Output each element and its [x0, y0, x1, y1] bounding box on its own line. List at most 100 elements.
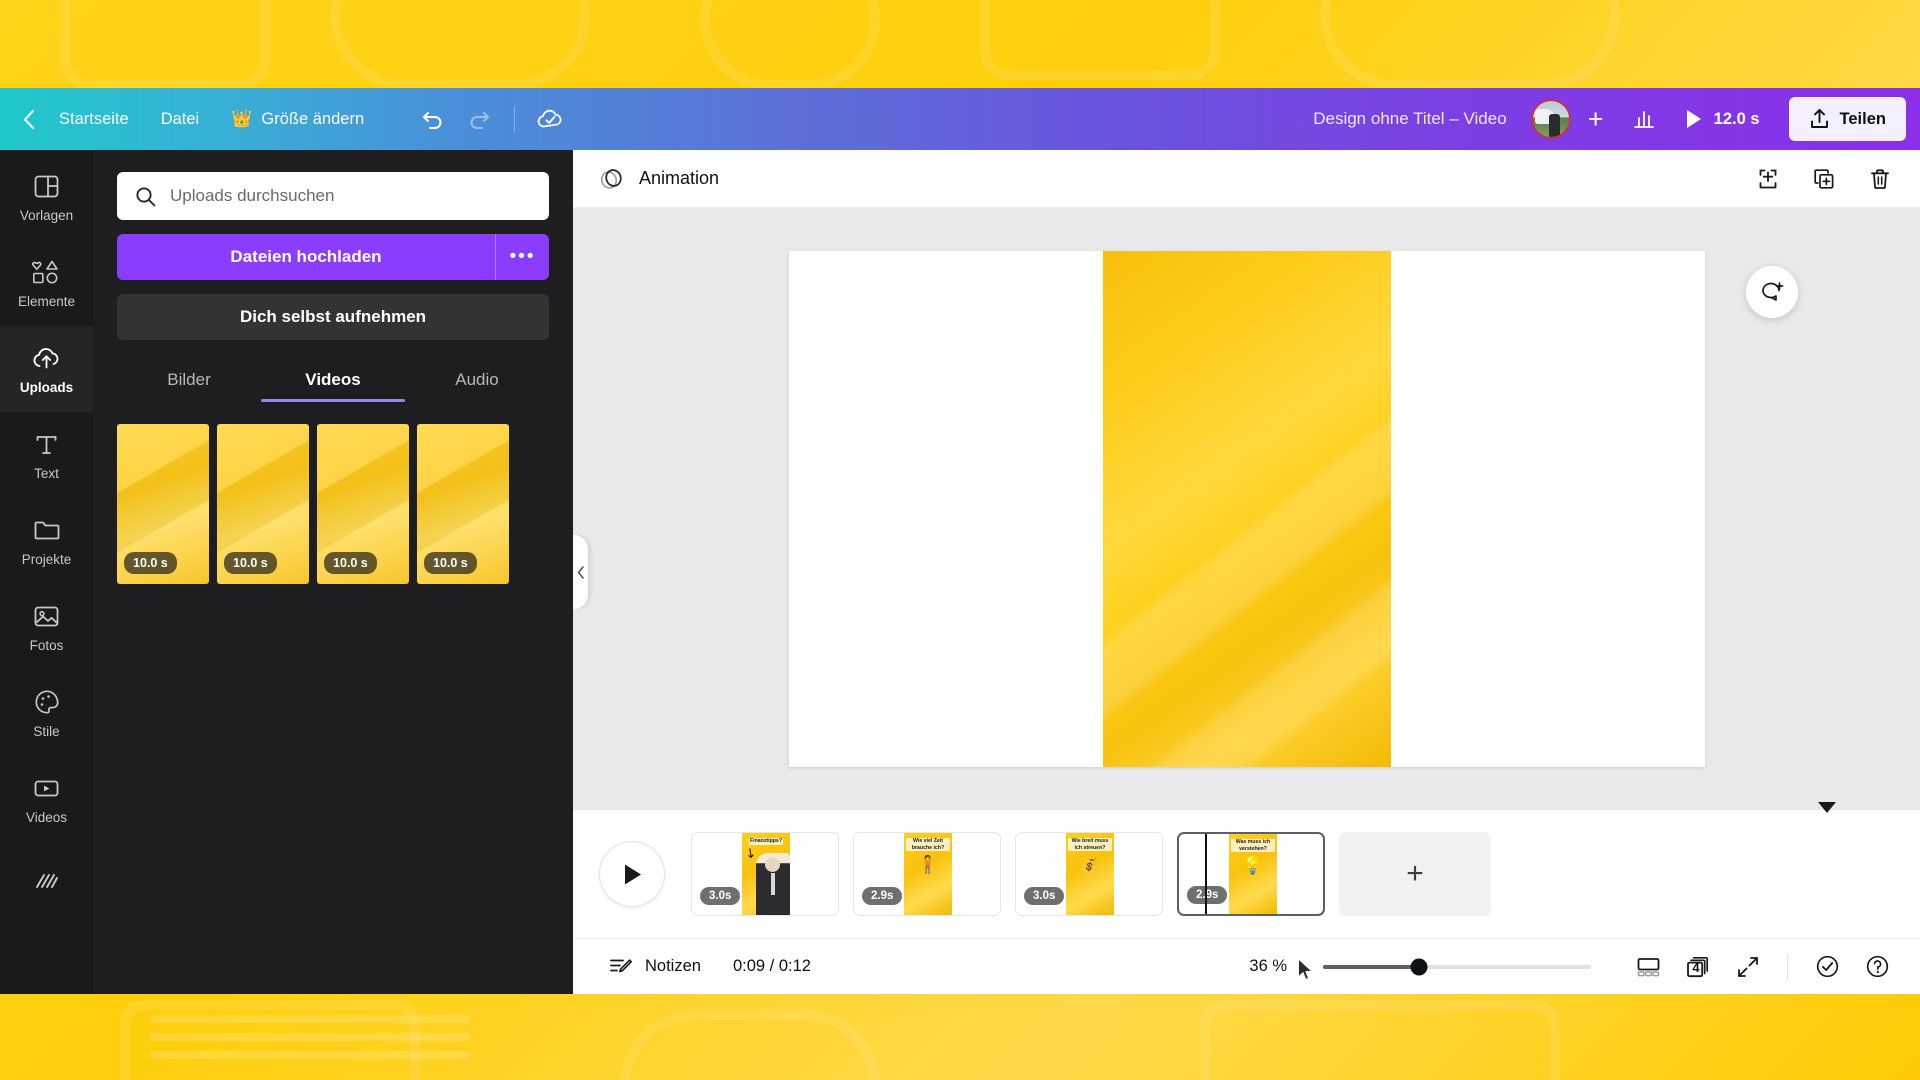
sidebar-item-stile[interactable]: Stile: [0, 670, 93, 756]
document-title[interactable]: Design ohne Titel – Video: [1299, 99, 1520, 139]
timeline-play-button[interactable]: [599, 841, 665, 907]
sidebar-item-projekte[interactable]: Projekte: [0, 498, 93, 584]
scene-thumbnail: Finanztipps? ↘: [742, 833, 790, 915]
add-page-button[interactable]: [1748, 159, 1788, 199]
undo-button[interactable]: [412, 98, 454, 140]
resize-button[interactable]: 👑 Größe ändern: [217, 99, 378, 139]
zoom-slider-handle[interactable]: [1410, 958, 1428, 975]
scene-caption: Was muss ich verstehen?: [1231, 839, 1275, 852]
help-circle-icon: [1865, 954, 1890, 979]
collapse-panel-button[interactable]: [573, 535, 588, 609]
tab-bilder[interactable]: Bilder: [117, 370, 261, 402]
editor-top-bar: Startseite Datei 👑 Größe ändern Design o…: [0, 88, 1920, 150]
redo-button[interactable]: [458, 98, 500, 140]
animation-tool-button[interactable]: Animation: [599, 166, 719, 192]
page-manager-button[interactable]: 4: [1677, 946, 1719, 988]
browser-page: Startseite Datei 👑 Größe ändern Design o…: [0, 0, 1920, 1080]
cloud-check-icon: [536, 107, 564, 131]
scene-duration-badge: 3.0s: [1024, 887, 1065, 905]
background-icon: [33, 867, 60, 897]
time-indicator: 0:09 / 0:12: [732, 957, 811, 975]
duplicate-page-button[interactable]: [1804, 159, 1844, 199]
sidebar-item-label: Vorlagen: [19, 208, 74, 223]
sidebar-item-vorlagen[interactable]: Vorlagen: [0, 154, 93, 240]
fullscreen-button[interactable]: [1727, 946, 1769, 988]
duration-badge: 10.0 s: [424, 552, 477, 574]
duplicate-page-icon: [1812, 167, 1836, 191]
cloud-saved-button[interactable]: [529, 98, 571, 140]
video-thumbnail[interactable]: 10.0 s: [217, 424, 309, 584]
uploads-panel: Dateien hochladen ••• Dich selbst aufneh…: [93, 150, 588, 994]
search-icon: [135, 186, 156, 207]
upload-share-icon: [1809, 108, 1830, 130]
sidebar-item-text[interactable]: Text: [0, 412, 93, 498]
search-box[interactable]: [117, 172, 549, 220]
duration-badge: 10.0 s: [324, 552, 377, 574]
scene-art-icon: 💡: [1242, 856, 1264, 875]
file-menu-button[interactable]: Datei: [147, 99, 214, 139]
tool-header: Animation: [573, 150, 1920, 208]
sidebar-item-elemente[interactable]: Elemente: [0, 240, 93, 326]
back-button[interactable]: [14, 99, 41, 139]
avatar[interactable]: [1530, 99, 1571, 139]
page-video-element[interactable]: [1102, 251, 1391, 767]
delete-page-button[interactable]: [1860, 159, 1900, 199]
scene-thumbnail: Was muss ich verstehen? 💡: [1229, 834, 1277, 914]
timeline-scene-selected[interactable]: Was muss ich verstehen? 💡 2.9s: [1177, 832, 1325, 916]
uploads-tabs: Bilder Videos Audio: [117, 370, 549, 402]
record-yourself-button[interactable]: Dich selbst aufnehmen: [117, 294, 549, 340]
templates-icon: [33, 171, 60, 201]
insights-button[interactable]: [1623, 98, 1665, 140]
share-button[interactable]: Teilen: [1788, 97, 1906, 141]
status-divider: [1787, 953, 1788, 980]
video-thumbnail[interactable]: 10.0 s: [317, 424, 409, 584]
canvas-area[interactable]: [573, 208, 1920, 981]
add-page-timeline-button[interactable]: +: [1339, 832, 1491, 916]
background-decoration: [620, 1010, 880, 1080]
timeline-view-icon: [1636, 956, 1661, 978]
play-icon: [1685, 109, 1703, 129]
animation-icon: [599, 166, 625, 192]
playhead-marker[interactable]: [1818, 802, 1836, 813]
help-button[interactable]: [1856, 946, 1898, 988]
sidebar-item-uploads[interactable]: Uploads: [0, 326, 93, 412]
home-button[interactable]: Startseite: [45, 99, 143, 139]
person-illustration: [756, 853, 790, 915]
background-decoration: [60, 0, 270, 90]
video-thumbnail[interactable]: 10.0 s: [117, 424, 209, 584]
timeline-view-button[interactable]: [1627, 946, 1669, 988]
timeline-scene[interactable]: Finanztipps? ↘ 3.0s: [691, 832, 839, 916]
duration-label: 12.0 s: [1713, 109, 1760, 128]
trash-icon: [1868, 167, 1892, 191]
upload-button-row: Dateien hochladen •••: [117, 234, 549, 280]
check-circle-icon: [1815, 954, 1840, 979]
notes-button[interactable]: Notizen: [599, 947, 711, 987]
tab-videos[interactable]: Videos: [261, 370, 405, 402]
play-icon: [622, 863, 643, 886]
tool-label: Animation: [639, 168, 720, 188]
upload-more-options-button[interactable]: •••: [495, 234, 549, 280]
video-thumbnail[interactable]: 10.0 s: [417, 424, 509, 584]
sidebar-item-videos[interactable]: Videos: [0, 756, 93, 842]
tab-audio[interactable]: Audio: [405, 370, 549, 402]
add-comment-button[interactable]: [1746, 266, 1798, 318]
timeline-scene[interactable]: Wie breit muss ich streuen? 💰 3.0s: [1015, 832, 1163, 916]
scene-duration-badge: 2.9s: [862, 887, 903, 905]
preview-play-button[interactable]: 12.0 s: [1671, 98, 1777, 140]
zoom-slider[interactable]: [1323, 958, 1591, 975]
search-input[interactable]: [170, 186, 531, 206]
add-collaborator-button[interactable]: +: [1577, 100, 1615, 138]
scene-thumbnail: Wie viel Zeit brauche ich? 🧍: [904, 833, 952, 915]
scene-duration-badge: 3.0s: [700, 887, 741, 905]
upload-files-button[interactable]: Dateien hochladen: [117, 234, 495, 280]
editor-column: Animation Finanztipps? ↘ 3.0s Wie viel Z…: [573, 150, 1920, 994]
timeline-scene[interactable]: Wie viel Zeit brauche ich? 🧍 2.9s: [853, 832, 1001, 916]
sidebar-item-background[interactable]: [0, 842, 93, 928]
check-status-button[interactable]: [1806, 946, 1848, 988]
sidebar-item-fotos[interactable]: Fotos: [0, 584, 93, 670]
status-bar-right: 36 % 4: [1249, 946, 1898, 988]
design-page[interactable]: [788, 251, 1705, 767]
share-label: Teilen: [1839, 109, 1886, 128]
scene-list: Finanztipps? ↘ 3.0s Wie viel Zeit brauch…: [691, 832, 1491, 916]
sidebar-item-label: Uploads: [19, 380, 74, 395]
